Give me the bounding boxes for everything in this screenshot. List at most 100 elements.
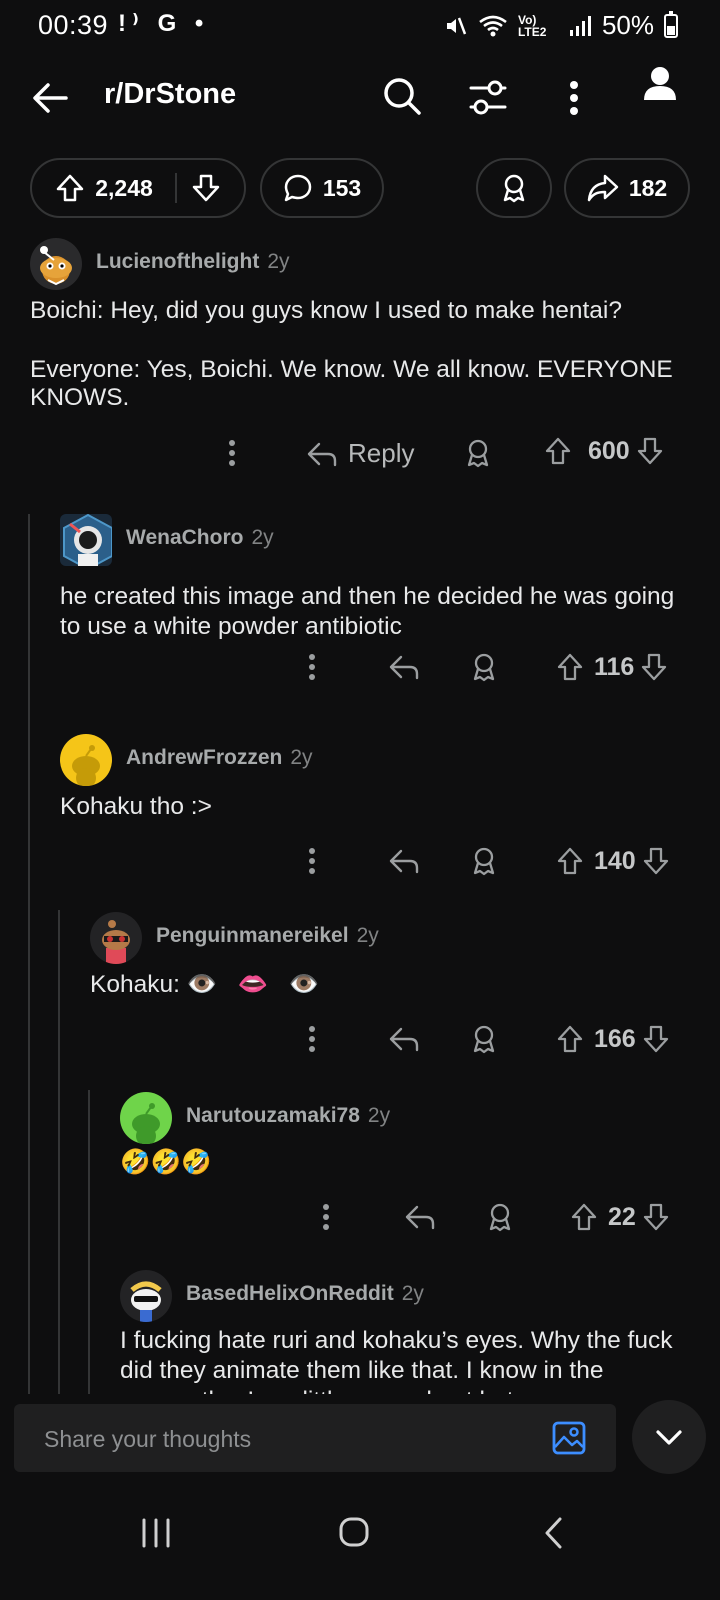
snoo-avatar-icon xyxy=(72,745,100,786)
comment-reply-button[interactable] xyxy=(404,1202,436,1232)
profile-icon xyxy=(644,67,676,100)
add-image-button[interactable] xyxy=(552,1421,586,1455)
comment-avatar[interactable] xyxy=(60,514,112,566)
more-vertical-icon xyxy=(323,1204,329,1230)
comment-username[interactable]: AndrewFrozzen xyxy=(126,746,282,769)
comment-body: Kohaku tho :> xyxy=(60,793,212,820)
comments-pill[interactable]: 153 xyxy=(260,158,384,218)
notification-icons: !⁾ G • xyxy=(118,10,210,37)
comment-more-button[interactable] xyxy=(306,1024,318,1054)
award-icon xyxy=(503,174,525,203)
image-icon xyxy=(552,1421,586,1455)
astronaut-avatar-icon xyxy=(63,514,112,566)
status-time: 00:39 xyxy=(38,10,109,40)
vote-pill: 2,248 xyxy=(30,158,246,218)
comment-header: Penguinmanereikel 2y xyxy=(156,924,379,948)
downvote-icon[interactable] xyxy=(640,652,668,682)
comment-award-button[interactable] xyxy=(470,846,498,876)
downvote-icon[interactable] xyxy=(642,846,670,876)
award-icon xyxy=(489,1203,511,1232)
comment-body: he created this image and then he decide… xyxy=(60,583,675,640)
thread-rail-level-1 xyxy=(28,514,30,1420)
comment-vote-count: 116 xyxy=(594,652,635,681)
more-options-button[interactable] xyxy=(566,78,582,118)
avatar xyxy=(90,912,142,964)
search-icon xyxy=(384,78,421,115)
more-vertical-icon xyxy=(570,81,578,115)
award-icon xyxy=(473,1025,495,1054)
upvote-icon[interactable] xyxy=(556,846,584,876)
comment-award-button[interactable] xyxy=(470,652,498,682)
upvote-icon[interactable] xyxy=(570,1202,598,1232)
reply-icon xyxy=(389,655,419,680)
comment-award-button[interactable] xyxy=(464,438,492,468)
downvote-icon[interactable] xyxy=(642,1024,670,1054)
sort-button[interactable] xyxy=(468,78,508,118)
subreddit-title[interactable]: r/DrStone xyxy=(104,78,236,111)
comment-vote-count: 600 xyxy=(588,436,630,465)
comment-username[interactable]: Narutouzamaki78 xyxy=(186,1104,360,1127)
comment-more-button[interactable] xyxy=(306,652,318,682)
system-back-button[interactable] xyxy=(542,1516,566,1550)
comment-avatar[interactable] xyxy=(30,238,82,290)
upvote-icon[interactable] xyxy=(556,1024,584,1054)
reply-label: Reply xyxy=(348,438,415,468)
downvote-icon[interactable] xyxy=(636,436,664,466)
comment-username[interactable]: Lucienofthelight xyxy=(96,250,259,273)
comment-reply-button[interactable] xyxy=(388,846,420,876)
home-icon xyxy=(339,1517,369,1547)
next-comment-button[interactable] xyxy=(632,1400,706,1474)
upvote-icon[interactable] xyxy=(556,652,584,682)
comment-award-button[interactable] xyxy=(470,1024,498,1054)
comment-vote-group: 22 xyxy=(570,1202,670,1232)
upvote-icon[interactable] xyxy=(55,173,85,203)
avatar xyxy=(60,514,112,566)
comment-line: Everyone: Yes, Boichi. We know. We all k… xyxy=(30,356,673,411)
comment-age: 2y xyxy=(367,1104,391,1127)
comment-avatar[interactable] xyxy=(90,912,142,964)
comment-age: 2y xyxy=(401,1282,424,1305)
comment-input[interactable] xyxy=(44,1422,524,1456)
upvote-icon[interactable] xyxy=(544,436,572,466)
comment-more-button[interactable] xyxy=(320,1202,332,1232)
comment-username[interactable]: Penguinmanereikel xyxy=(156,924,349,947)
comment-username[interactable]: BasedHelixOnReddit xyxy=(186,1282,394,1305)
avatar xyxy=(120,1092,172,1144)
mute-icon xyxy=(446,17,467,34)
comment-vote-count: 166 xyxy=(594,1024,636,1053)
comment-award-button[interactable] xyxy=(486,1202,514,1232)
comment-body: Kohaku: 👁️ 👄 👁️ xyxy=(90,971,320,998)
comment-reply-button[interactable]: Reply xyxy=(306,438,414,469)
recent-apps-button[interactable] xyxy=(140,1518,172,1548)
comment-avatar[interactable] xyxy=(60,734,112,786)
comment-more-button[interactable] xyxy=(306,846,318,876)
share-button[interactable]: 182 xyxy=(564,158,690,218)
award-button[interactable] xyxy=(476,158,552,218)
vote-divider xyxy=(174,173,177,203)
back-button[interactable] xyxy=(30,78,70,118)
network-label: Vo) LTE2 xyxy=(517,12,547,39)
comment-username[interactable]: WenaChoro xyxy=(126,526,243,549)
home-button[interactable] xyxy=(338,1516,370,1548)
more-vertical-icon xyxy=(229,440,235,466)
comment-vote-count: 22 xyxy=(608,1202,636,1231)
comment-avatar[interactable] xyxy=(120,1092,172,1144)
award-icon xyxy=(473,847,495,876)
downvote-icon[interactable] xyxy=(191,173,221,203)
comment-reply-button[interactable] xyxy=(388,1024,420,1054)
system-nav-bar xyxy=(0,1490,720,1600)
comment-composer[interactable] xyxy=(14,1404,616,1472)
snoo-avatar-icon xyxy=(132,1103,160,1144)
profile-button[interactable] xyxy=(640,64,680,104)
post-comment-count: 153 xyxy=(322,174,362,201)
downvote-icon[interactable] xyxy=(642,1202,670,1232)
comment-more-button[interactable] xyxy=(226,438,238,468)
comment-avatar[interactable] xyxy=(120,1270,172,1322)
thread-rail-level-3 xyxy=(88,1090,90,1420)
comment-vote-group: 140 xyxy=(556,846,670,876)
comment-line-gap xyxy=(30,326,690,356)
comment-vote-group: 166 xyxy=(556,1024,670,1054)
comment-reply-button[interactable] xyxy=(388,652,420,682)
chevron-down-icon xyxy=(656,1430,682,1445)
search-button[interactable] xyxy=(382,76,422,116)
